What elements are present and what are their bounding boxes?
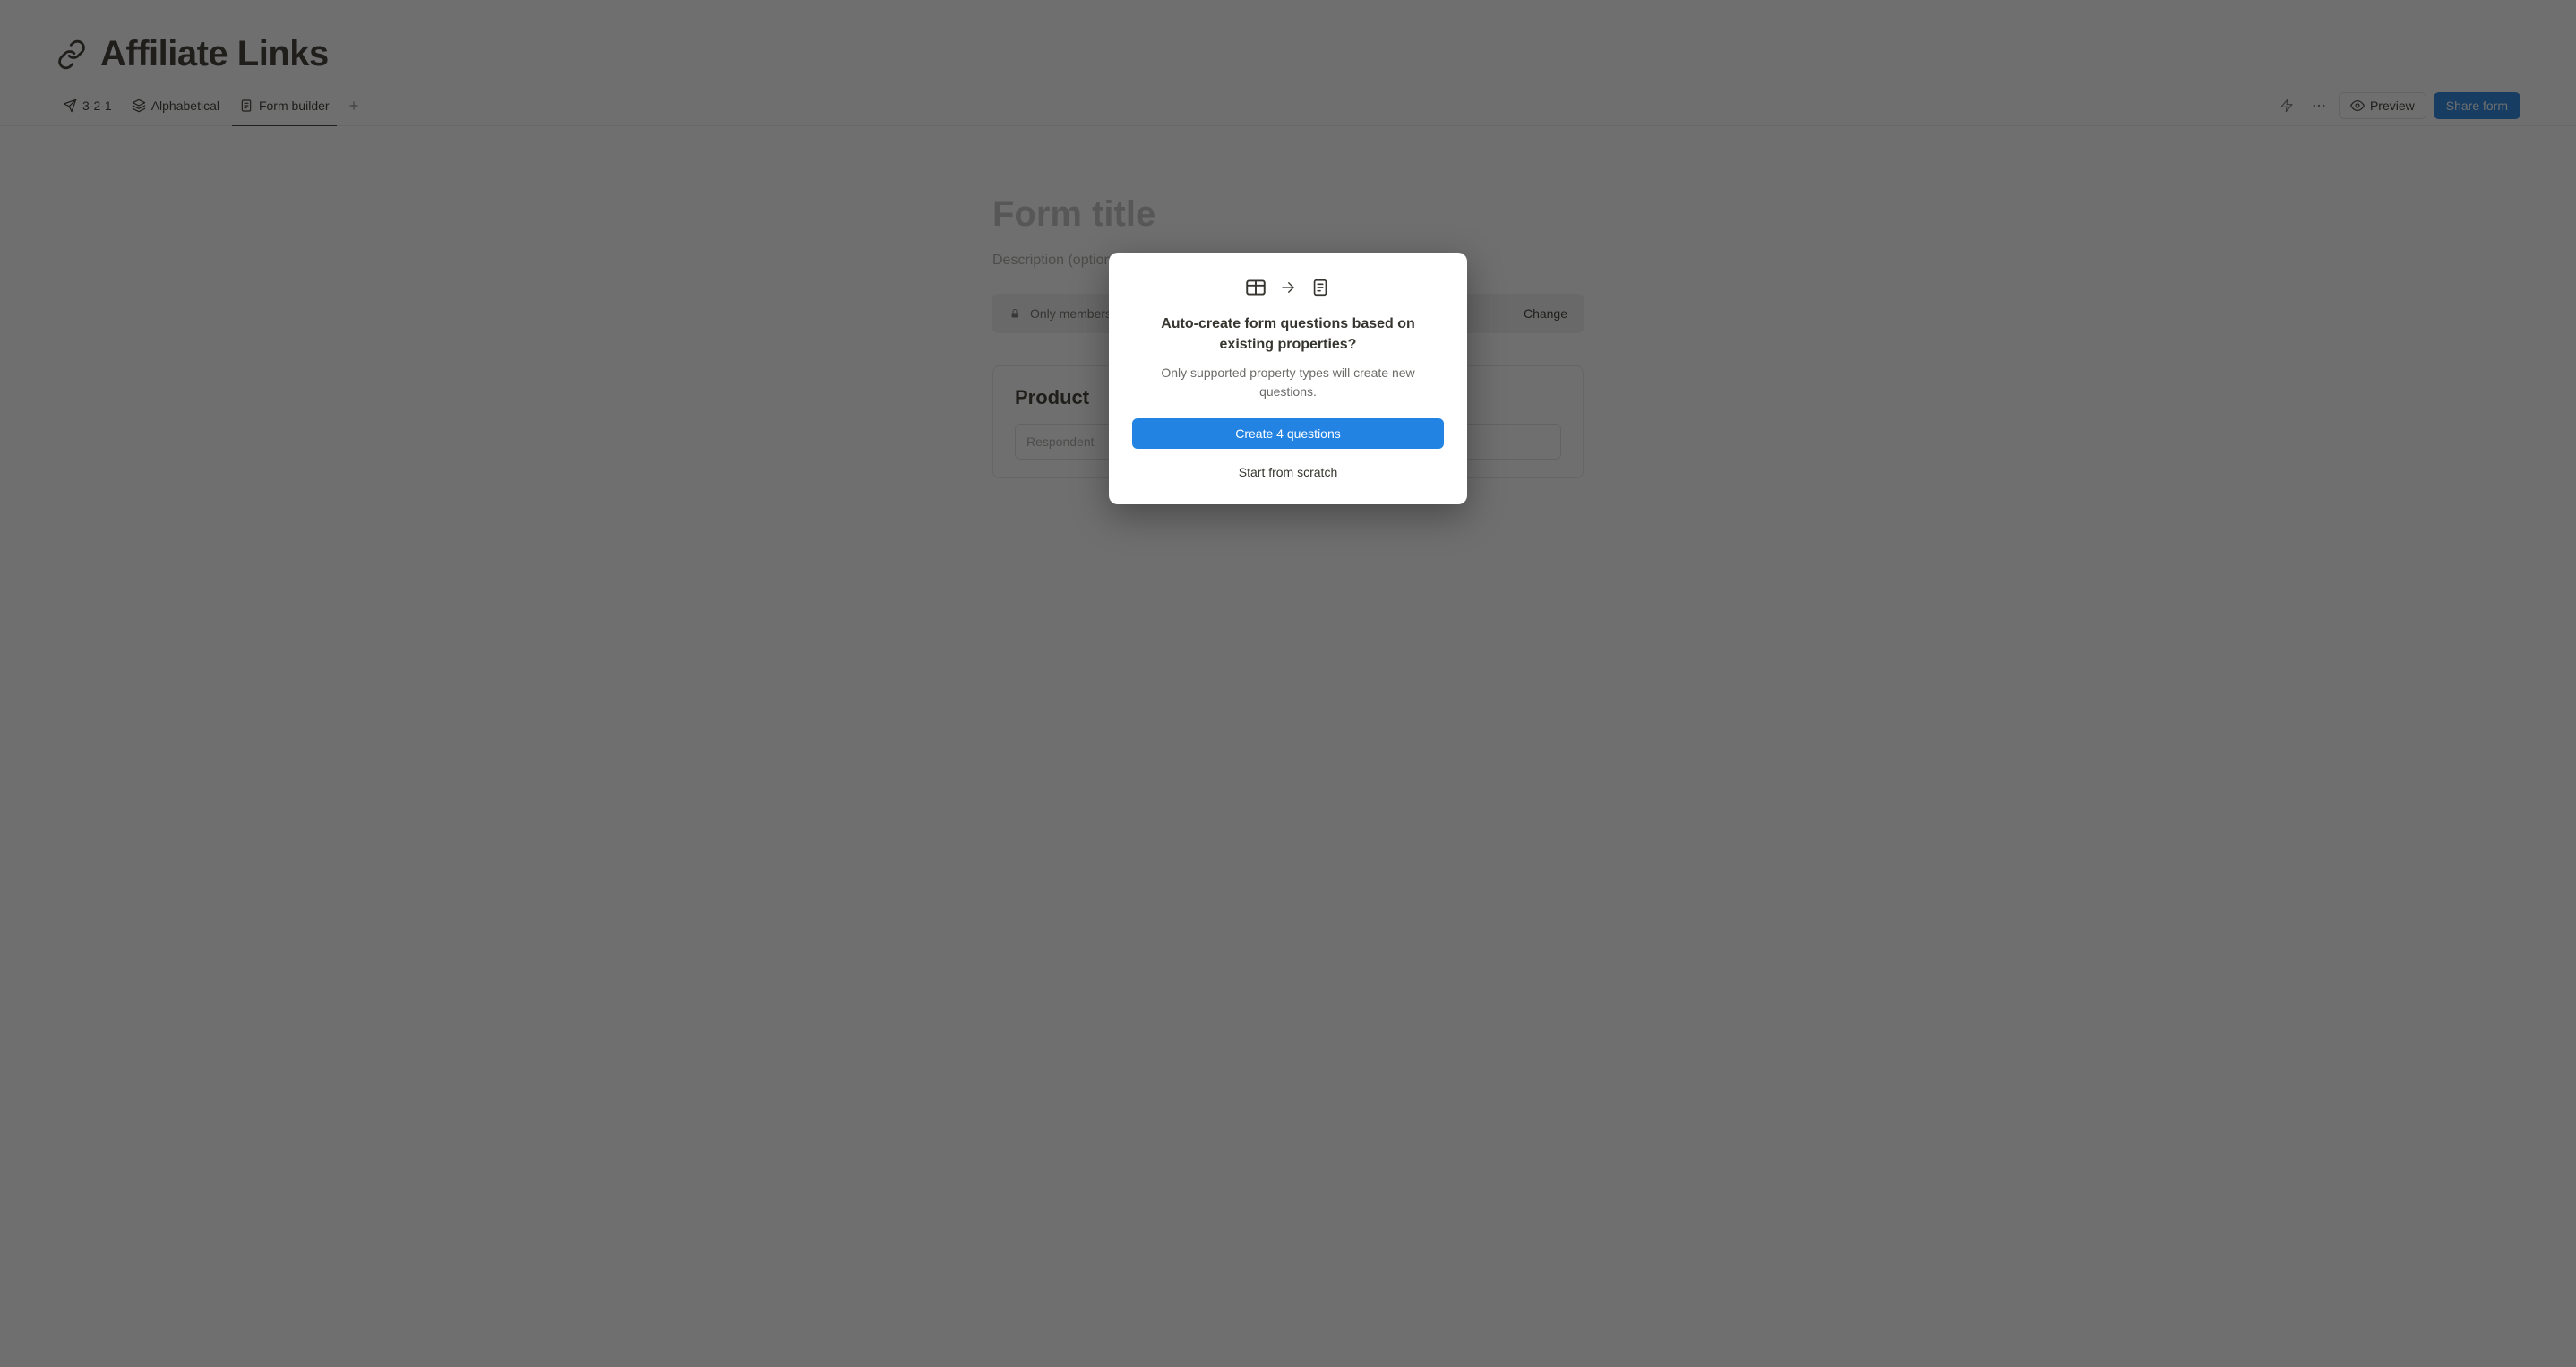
modal-icons (1132, 276, 1444, 299)
start-from-scratch-button[interactable]: Start from scratch (1132, 460, 1444, 485)
table-icon (1244, 276, 1267, 299)
modal-title: Auto-create form questions based on exis… (1132, 314, 1444, 355)
auto-create-modal: Auto-create form questions based on exis… (1109, 253, 1467, 504)
arrow-right-icon (1280, 276, 1296, 299)
modal-overlay[interactable]: Auto-create form questions based on exis… (0, 0, 2576, 1367)
form-icon (1309, 276, 1332, 299)
modal-subtitle: Only supported property types will creat… (1132, 364, 1444, 400)
create-questions-button[interactable]: Create 4 questions (1132, 418, 1444, 449)
